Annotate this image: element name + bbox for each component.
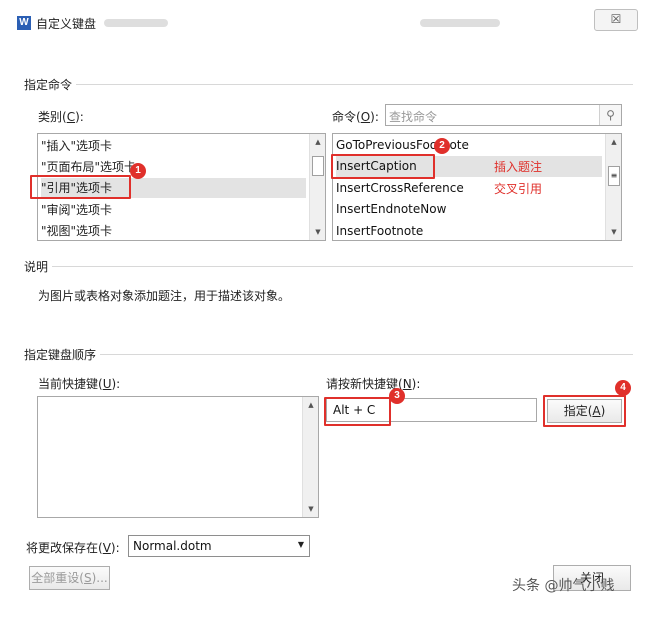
current-shortcut-list[interactable]: ▲ ▼ <box>37 396 319 518</box>
new-shortcut-label: 请按新快捷键(N): <box>326 377 421 391</box>
reset-all-button[interactable]: 全部重设(S)... <box>29 566 110 590</box>
blurred-title-text <box>104 19 168 27</box>
category-label: 类别(C): <box>38 110 84 124</box>
list-item-command[interactable]: InsertEndnoteNow <box>336 199 446 220</box>
group-divider <box>24 266 633 267</box>
current-shortcut-scrollbar[interactable]: ▲ ▼ <box>302 397 318 517</box>
watermark: 头条 @帅气小贱 <box>512 578 615 594</box>
save-in-label: 将更改保存在(V): <box>26 541 120 555</box>
scroll-down-arrow-icon[interactable]: ▼ <box>606 224 621 240</box>
scroll-thumb[interactable]: ≡ <box>608 166 620 186</box>
group-divider <box>24 354 633 355</box>
scroll-down-arrow-icon[interactable]: ▼ <box>310 224 325 240</box>
close-icon: ☒ <box>610 12 622 26</box>
description-text: 为图片或表格对象添加题注，用于描述该对象。 <box>38 289 291 303</box>
annotation-cross-reference: 交叉引用 <box>494 182 543 196</box>
search-placeholder: 查找命令 <box>389 110 438 124</box>
list-item-command[interactable]: InsertFootnote <box>336 221 423 240</box>
specify-command-group-label: 指定命令 <box>24 76 77 93</box>
command-label: 命令(O): <box>332 110 379 124</box>
command-search-input[interactable]: 查找命令 ⚲ <box>385 104 622 126</box>
close-window-button[interactable]: ☒ <box>594 9 638 31</box>
scroll-up-arrow-icon[interactable]: ▲ <box>303 397 318 413</box>
category-scrollbar[interactable]: ▲ ▼ <box>309 134 325 240</box>
scroll-thumb[interactable] <box>312 156 324 176</box>
highlight-box-new-shortcut <box>324 397 391 426</box>
highlight-box-assign <box>543 395 626 427</box>
group-divider <box>24 84 633 85</box>
annotation-insert-caption: 插入题注 <box>494 160 543 174</box>
keyboard-sequence-group-label: 指定键盘顺序 <box>24 346 101 363</box>
scroll-up-arrow-icon[interactable]: ▲ <box>606 134 621 150</box>
save-in-selected-value: Normal.dotm <box>133 539 212 553</box>
save-in-select[interactable]: Normal.dotm ▼ <box>128 535 310 557</box>
highlight-box-command <box>331 154 435 179</box>
scroll-down-arrow-icon[interactable]: ▼ <box>303 501 318 517</box>
wps-writer-icon: W <box>17 16 31 30</box>
window-title: 自定义键盘 <box>36 17 97 31</box>
blurred-title-text <box>420 19 500 27</box>
current-shortcut-label: 当前快捷键(U): <box>38 377 121 391</box>
description-group-label: 说明 <box>24 258 53 275</box>
step-badge-1: 1 <box>130 163 146 179</box>
scroll-up-arrow-icon[interactable]: ▲ <box>310 134 325 150</box>
command-scrollbar[interactable]: ▲ ≡ ▼ <box>605 134 621 240</box>
dropdown-arrow-icon: ▼ <box>297 540 304 549</box>
highlight-box-category <box>30 175 131 199</box>
step-badge-4: 4 <box>615 380 631 396</box>
list-item-category[interactable]: "审阅"选项卡 <box>41 200 112 220</box>
title-bar: W 自定义键盘 ☒ <box>0 0 655 46</box>
list-item-command[interactable]: InsertCrossReference <box>336 178 464 199</box>
search-icon[interactable]: ⚲ <box>599 105 621 125</box>
list-item-category[interactable]: "插入"选项卡 <box>41 136 112 156</box>
list-item-category[interactable]: "页面布局"选项卡 <box>41 157 136 177</box>
step-badge-3: 3 <box>389 388 405 404</box>
command-list[interactable]: GoToPreviousFootnote InsertCaption Inser… <box>332 133 622 241</box>
list-item-category[interactable]: "视图"选项卡 <box>41 221 112 240</box>
step-badge-2: 2 <box>434 138 450 154</box>
